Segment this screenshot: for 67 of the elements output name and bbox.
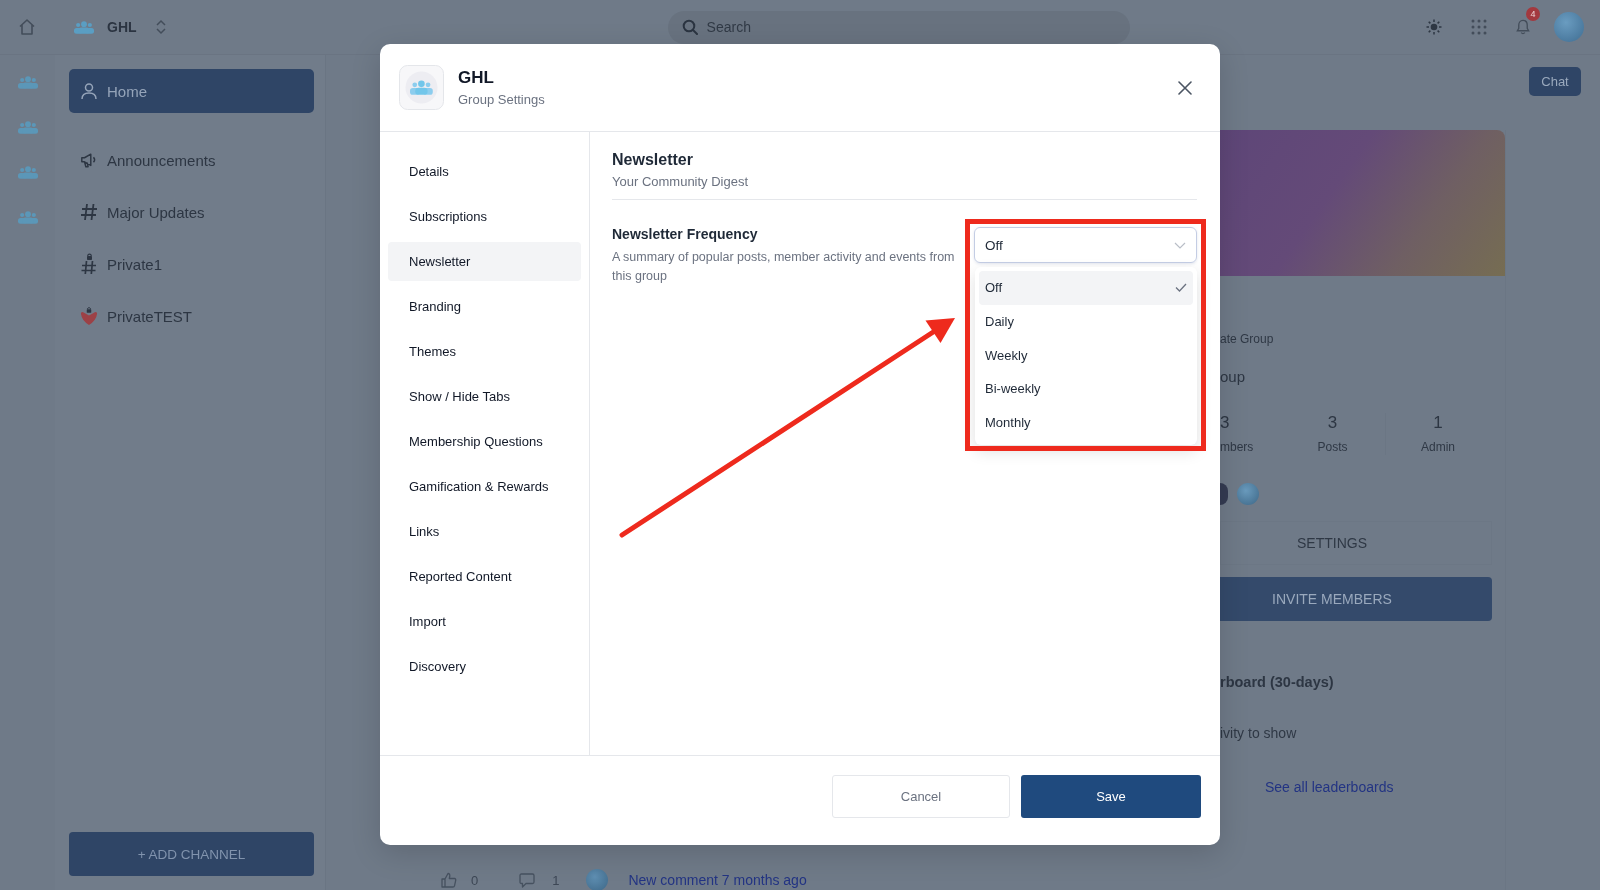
dropdown-option[interactable]: Weekly xyxy=(979,338,1193,373)
people-icon[interactable] xyxy=(74,20,94,34)
stat-label: Posts xyxy=(1317,440,1348,455)
empty-state-text: ivity to show xyxy=(1220,724,1298,743)
section-title: Newsletter xyxy=(612,150,694,170)
stat-label: Admin xyxy=(1421,440,1455,455)
settings-nav-item[interactable]: Discovery xyxy=(388,647,581,686)
dropdown-option[interactable]: Off xyxy=(979,271,1193,305)
cancel-button[interactable]: Cancel xyxy=(832,775,1010,818)
people-icon[interactable] xyxy=(17,76,38,89)
grid-icon[interactable] xyxy=(1471,19,1487,35)
bell-icon[interactable] xyxy=(1515,19,1531,35)
people-icon[interactable] xyxy=(17,121,38,134)
home-icon[interactable] xyxy=(18,18,36,36)
leaderboard-title: rboard (30-days) xyxy=(1220,673,1335,692)
stat-value: 3 xyxy=(1220,413,1230,433)
chevron-down-icon xyxy=(1174,241,1186,249)
settings-nav-item[interactable]: Membership Questions xyxy=(388,422,581,461)
settings-nav-item[interactable]: Gamification & Rewards xyxy=(388,467,581,506)
group-type-label: ate Group xyxy=(1220,332,1275,347)
setting-label: Newsletter Frequency xyxy=(612,225,759,243)
frequency-select[interactable]: Off xyxy=(974,227,1197,263)
setting-description: A summary of popular posts, member activity and events from this group xyxy=(612,249,956,285)
section-subtitle: Your Community Digest xyxy=(612,174,750,190)
settings-nav-item[interactable]: Themes xyxy=(388,332,581,371)
invite-members-button[interactable]: INVITE MEMBERS xyxy=(1220,577,1492,621)
stat-value: 1 xyxy=(1433,413,1443,433)
settings-nav-item[interactable]: Show / Hide Tabs xyxy=(388,377,581,416)
settings-nav-item[interactable]: Import xyxy=(388,602,581,641)
thumbs-up-icon[interactable] xyxy=(441,872,457,888)
dropdown-option[interactable]: Bi-weekly xyxy=(979,372,1193,406)
settings-nav-item[interactable]: Reported Content xyxy=(388,557,581,596)
search-field[interactable]: Search xyxy=(667,10,1130,44)
settings-nav-item[interactable]: Details xyxy=(388,152,581,191)
notification-badge: 4 xyxy=(1526,7,1540,21)
member-avatar xyxy=(1220,483,1228,505)
chevron-updown-icon[interactable] xyxy=(155,19,166,35)
stat-value: 3 xyxy=(1327,413,1338,433)
search-icon xyxy=(681,19,698,35)
group-logo-icon xyxy=(399,65,444,110)
hash-icon xyxy=(80,203,98,221)
close-icon[interactable] xyxy=(1178,80,1192,95)
sidebar-item[interactable]: Home xyxy=(69,69,314,113)
dropdown-option[interactable]: Monthly xyxy=(979,405,1193,440)
lock-hash-icon xyxy=(80,253,98,275)
user-avatar[interactable] xyxy=(1554,12,1584,42)
settings-nav-item[interactable]: Links xyxy=(388,512,581,551)
megaphone-icon xyxy=(80,151,98,169)
group-title: oup xyxy=(1220,367,1247,387)
user-avatar xyxy=(586,869,609,890)
dropdown-option[interactable]: Daily xyxy=(979,304,1193,339)
people-icon[interactable] xyxy=(17,166,38,179)
comment-icon[interactable] xyxy=(519,872,536,888)
heart-lock-icon xyxy=(80,305,98,327)
check-icon xyxy=(1175,283,1187,293)
person-icon xyxy=(80,82,98,100)
chat-button[interactable]: Chat xyxy=(1529,67,1581,96)
people-icon[interactable] xyxy=(17,211,38,224)
save-button[interactable]: Save xyxy=(1021,775,1201,818)
stat-label: mbers xyxy=(1220,440,1254,455)
settings-nav-item[interactable]: Branding xyxy=(388,287,581,326)
dialog-title: GHL xyxy=(458,67,495,88)
member-avatar xyxy=(1237,483,1259,505)
sun-icon[interactable] xyxy=(1426,19,1442,35)
settings-nav-item[interactable]: Newsletter xyxy=(388,242,581,281)
settings-nav-item[interactable]: Subscriptions xyxy=(388,197,581,236)
dialog-subtitle: Group Settings xyxy=(458,91,545,108)
